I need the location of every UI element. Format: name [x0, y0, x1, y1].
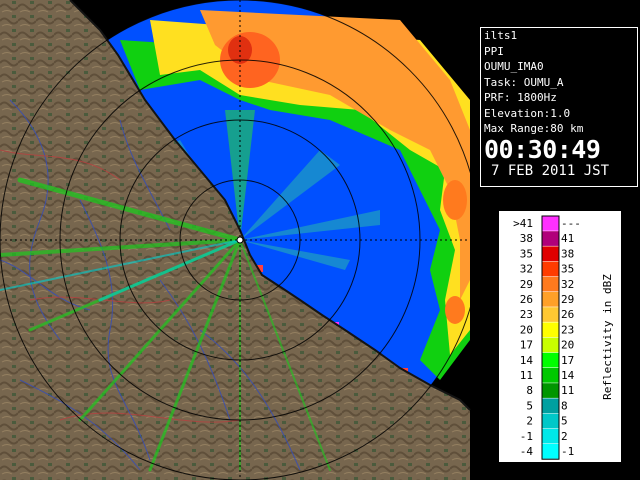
legend-low-value: 8: [526, 384, 533, 397]
legend-low-value: -4: [520, 445, 534, 458]
legend-swatch: [542, 428, 559, 444]
legend-swatch: [542, 413, 559, 429]
legend-swatch: [542, 231, 559, 246]
scan-info-panel: ilts1 PPI OUMU_IMA0 Task: OUMU_A PRF: 18…: [480, 27, 638, 187]
legend-scale: Reflectivity in dBZ >41 --- 38 41 35 38 32 35 29…: [513, 215, 614, 460]
scan-type-label: PPI: [484, 44, 504, 58]
legend-low-value: 17: [520, 339, 533, 352]
legend-low-value: 20: [520, 323, 533, 336]
legend-swatch: [542, 444, 559, 459]
legend-swatch: [542, 261, 559, 277]
scan-time: 00:30:49: [484, 134, 601, 164]
product-label: OUMU_IMA0: [484, 60, 544, 73]
legend-swatch: [542, 276, 559, 292]
legend-swatch: [542, 292, 559, 307]
legend-low-value: 26: [520, 293, 533, 306]
legend-high-value: 29: [561, 293, 574, 306]
radar-site-marker: [236, 236, 244, 244]
legend-swatch: [542, 337, 559, 353]
legend-swatch: [542, 322, 559, 338]
legend-low-value: 23: [520, 308, 533, 321]
legend-swatch: [542, 383, 559, 398]
legend-low-value: -1: [520, 430, 533, 443]
legend-high-value: 20: [561, 339, 574, 352]
legend-high-value: 32: [561, 278, 574, 291]
legend-low-value: >41: [513, 217, 533, 230]
legend-high-value: 11: [561, 384, 574, 397]
legend-swatch: [542, 216, 559, 231]
scan-date: 7 FEB 2011 JST: [491, 162, 610, 179]
legend-swatch: [542, 246, 559, 262]
prf-label: PRF: 1800Hz: [484, 91, 557, 104]
legend-swatch: [542, 307, 559, 322]
legend-high-value: 35: [561, 263, 574, 276]
legend-high-value: 14: [561, 369, 575, 382]
legend-high-value: 38: [561, 247, 574, 260]
legend-title: Reflectivity in dBZ: [601, 274, 614, 400]
legend-high-value: 41: [561, 232, 574, 245]
legend-high-value: 5: [561, 415, 568, 428]
legend-low-value: 35: [520, 247, 533, 260]
legend-high-value: 26: [561, 308, 574, 321]
elevation-label: Elevation:1.0: [484, 106, 571, 120]
reflectivity-legend: Reflectivity in dBZ >41 --- 38 41 35 38 32 35 29…: [498, 210, 622, 463]
legend-high-value: 8: [561, 399, 568, 412]
legend-high-value: 2: [561, 430, 568, 443]
legend-low-value: 29: [520, 278, 533, 291]
legend-low-value: 2: [526, 415, 533, 428]
legend-low-value: 11: [520, 369, 533, 382]
site-label: ilts1: [484, 29, 518, 42]
legend-low-value: 38: [520, 232, 533, 245]
legend-high-value: 17: [561, 354, 574, 367]
task-label: Task: OUMU_A: [484, 75, 564, 89]
legend-low-value: 5: [526, 399, 533, 412]
legend-swatch: [542, 368, 559, 383]
legend-swatch: [542, 398, 559, 414]
legend-low-value: 14: [520, 354, 534, 367]
legend-high-value: 23: [561, 323, 574, 336]
legend-swatch: [542, 352, 559, 368]
legend-high-value: -1: [561, 445, 574, 458]
legend-high-value: ---: [561, 217, 581, 230]
legend-low-value: 32: [520, 263, 533, 276]
